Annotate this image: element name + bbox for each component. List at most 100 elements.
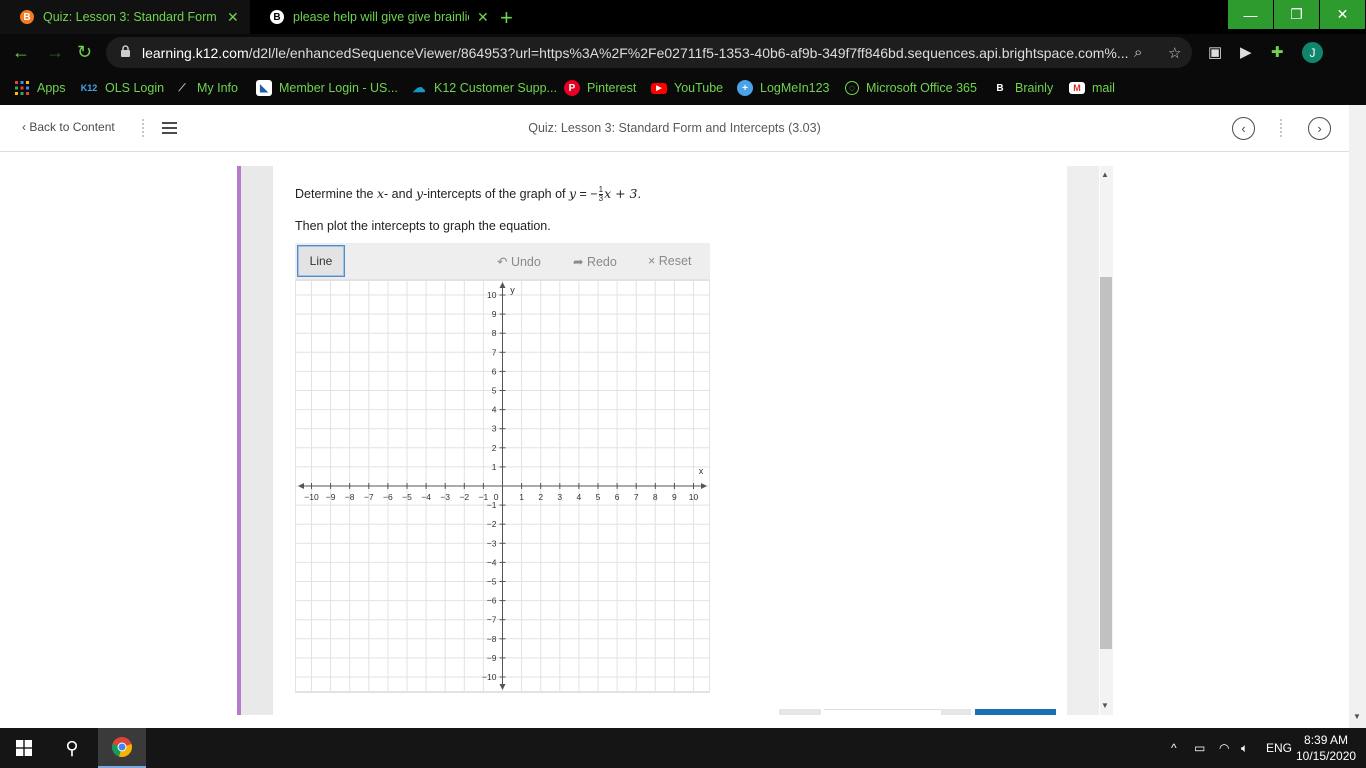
redo-button[interactable]: ➦ Redo: [573, 254, 617, 269]
y-tick-label: −7: [487, 615, 497, 625]
undo-button[interactable]: ↶ Undo: [497, 254, 541, 269]
y-axis-label: y: [510, 285, 515, 295]
pager-group[interactable]: [824, 709, 944, 715]
close-icon[interactable]: ✕: [227, 9, 239, 26]
x-tick-label: −4: [421, 492, 431, 502]
back-arrow-icon[interactable]: ←: [12, 42, 30, 63]
chevron-up-icon[interactable]: ^: [1171, 741, 1177, 755]
bookmark-youtube[interactable]: ▶ YouTube: [651, 77, 723, 99]
content-header: ‹ Back to Content Quiz: Lesson 3: Standa…: [0, 105, 1349, 152]
profile-avatar[interactable]: J: [1302, 42, 1323, 63]
windows-taskbar: ⚲ ^ ▭ ◠ 🔈︎ ENG 8:39 AM 10/15/2020: [0, 728, 1366, 768]
bookmarks-bar: Apps K12 OLS Login ⟋ My Info ◣ Member Lo…: [0, 71, 1366, 105]
scroll-down-arrow-icon[interactable]: ▼: [1353, 712, 1361, 721]
office365-icon: ◌: [845, 81, 859, 95]
reset-button[interactable]: × Reset: [648, 254, 691, 268]
star-icon[interactable]: ☆: [1168, 44, 1181, 62]
battery-icon[interactable]: ▭: [1194, 741, 1205, 755]
x-tick-label: 4: [577, 492, 582, 502]
x-tick-label: 6: [615, 492, 620, 502]
volume-icon[interactable]: 🔈︎: [1241, 741, 1248, 756]
pinterest-icon: P: [564, 80, 580, 96]
graph-svg[interactable]: −10 −9 −8 −7 −6 −5 −4 −3 −2 −1 1 2 3 4 5 6 7 8 9 1010987654…: [296, 280, 709, 692]
y-tick-label: 10: [487, 290, 497, 300]
tab-quiz[interactable]: B Quiz: Lesson 3: Standard Form and Inte…: [0, 0, 250, 34]
next-topic-button[interactable]: ›: [1308, 117, 1331, 140]
browser-tab-bar: B Quiz: Lesson 3: Standard Form and Inte…: [0, 0, 1366, 34]
y-tick-label: 3: [492, 424, 497, 434]
forward-arrow-icon[interactable]: →: [46, 42, 64, 63]
undo-icon: ↶: [497, 255, 511, 269]
bookmark-mail[interactable]: M mail: [1069, 77, 1115, 99]
y-tick-label: −8: [487, 634, 497, 644]
bookmark-ols-login[interactable]: K12 OLS Login: [80, 77, 164, 99]
bookmark-brainly[interactable]: B Brainly: [992, 77, 1053, 99]
x-tick-label: −5: [402, 492, 412, 502]
minimize-button[interactable]: —: [1228, 0, 1273, 29]
clock[interactable]: 8:39 AM 10/15/2020: [1296, 732, 1356, 764]
bookmark-logmein123[interactable]: + LogMeIn123: [737, 77, 830, 99]
close-icon[interactable]: ✕: [477, 9, 489, 26]
wifi-icon[interactable]: ◠: [1219, 741, 1229, 755]
pager-button[interactable]: [779, 709, 821, 715]
scroll-down-arrow-icon[interactable]: ▼: [1101, 701, 1109, 710]
extension-video-icon[interactable]: ▶: [1240, 43, 1252, 61]
page-scrollbar[interactable]: ▼: [1349, 105, 1366, 728]
reset-icon: ×: [648, 254, 659, 268]
restore-button[interactable]: ❐: [1274, 0, 1319, 29]
line-tool-button[interactable]: Line: [297, 245, 345, 277]
language-indicator[interactable]: ENG: [1266, 741, 1292, 755]
extensions-puzzle-icon[interactable]: ✚: [1271, 43, 1284, 61]
bookmark-member-login[interactable]: ◣ Member Login - US...: [256, 77, 398, 99]
tab-brainly[interactable]: B please help will give give brainliest …: [250, 0, 490, 34]
bookmark-k12-customer-support[interactable]: ☁ K12 Customer Supp...: [411, 77, 557, 99]
y-axis-arrow-up: [499, 282, 506, 288]
x-tick-label: −3: [440, 492, 450, 502]
x-tick-label: −2: [459, 492, 469, 502]
zoom-search-icon[interactable]: ⌕: [1134, 44, 1142, 61]
equation-rhs: x + 3: [604, 186, 638, 201]
y-tick-label: 8: [492, 328, 497, 338]
graph-toolbar: Line ↶ Undo ➦ Redo × Reset: [295, 243, 710, 279]
brightspace-icon: B: [20, 10, 34, 24]
myinfo-icon: ⟋: [178, 82, 186, 94]
equation-lhs: y: [569, 186, 577, 201]
x-tick-label: 3: [557, 492, 562, 502]
lock-icon: [121, 45, 130, 57]
x-tick-label: −8: [345, 492, 355, 502]
x-tick-label: −7: [364, 492, 374, 502]
question-text: Determine the x- and y-intercepts of the…: [295, 185, 641, 204]
question-instruction: Then plot the intercepts to graph the eq…: [295, 219, 551, 233]
windows-start-icon[interactable]: [0, 728, 48, 768]
chevron-right-icon: ›: [1317, 121, 1322, 136]
bookmark-pinterest[interactable]: P Pinterest: [564, 77, 636, 99]
bookmark-apps[interactable]: Apps: [14, 77, 66, 99]
x-tick-label: −6: [383, 492, 393, 502]
previous-topic-button[interactable]: ‹: [1232, 117, 1255, 140]
chrome-taskbar-icon[interactable]: [98, 728, 146, 768]
y-tick-label: 9: [492, 309, 497, 319]
extension-bookmark-icon[interactable]: ▣: [1208, 43, 1222, 61]
quiz-scrollbar-thumb[interactable]: [1100, 277, 1112, 649]
close-window-button[interactable]: ✕: [1320, 0, 1365, 29]
address-bar[interactable]: learning.k12.com/d2l/le/enhancedSequence…: [106, 37, 1192, 68]
url-text: learning.k12.com/d2l/le/enhancedSequence…: [142, 45, 1129, 61]
pager-button[interactable]: [941, 709, 971, 715]
coordinate-graph[interactable]: −10 −9 −8 −7 −6 −5 −4 −3 −2 −1 1 2 3 4 5 6 7 8 9 10 10 9 8 7 6 5 4…: [295, 279, 710, 693]
new-tab-button[interactable]: +: [500, 5, 513, 31]
x-tick-label: 7: [634, 492, 639, 502]
y-tick-label: 2: [492, 443, 497, 453]
y-tick-label: −2: [487, 519, 497, 529]
chevron-left-icon: ‹: [1241, 121, 1246, 136]
y-tick-label: −10: [482, 672, 497, 682]
x-tick-label: 5: [596, 492, 601, 502]
y-tick-label: 7: [492, 347, 497, 357]
bookmark-my-info[interactable]: ⟋ My Info: [174, 77, 239, 99]
submit-button[interactable]: [975, 709, 1056, 715]
y-tick-label: 4: [492, 405, 497, 415]
x-tick-label: 8: [653, 492, 658, 502]
search-icon[interactable]: ⚲: [48, 728, 96, 768]
scroll-up-arrow-icon[interactable]: ▲: [1101, 170, 1109, 179]
reload-icon[interactable]: ↻: [77, 42, 92, 63]
bookmark-office365[interactable]: ◌ Microsoft Office 365: [845, 77, 977, 99]
